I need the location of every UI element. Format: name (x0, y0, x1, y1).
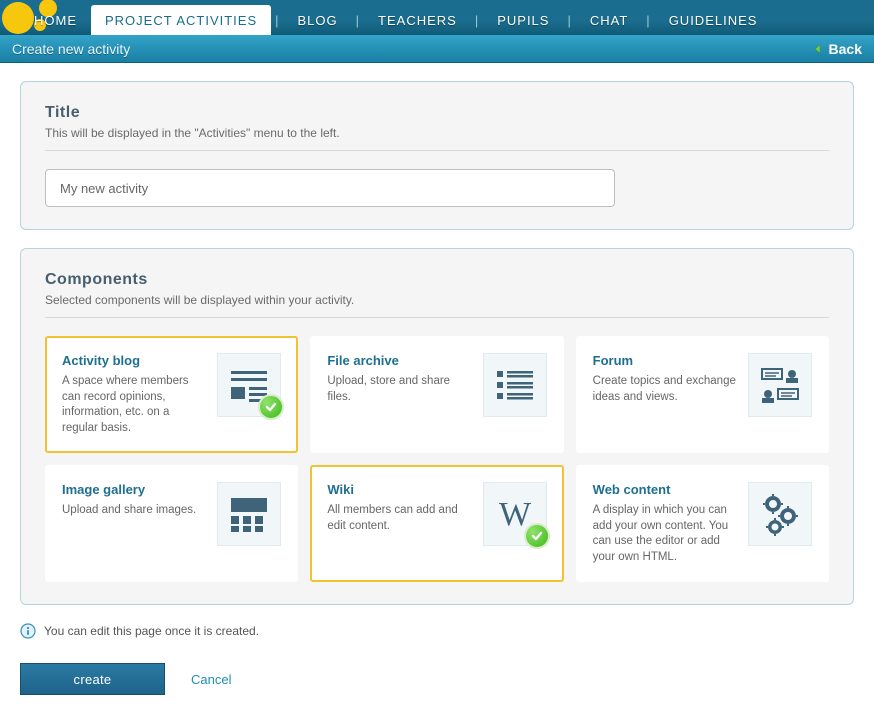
nav-tab[interactable]: TEACHERS (364, 5, 471, 35)
gallery-icon (217, 482, 281, 546)
nav-tab[interactable]: PUPILS (483, 5, 563, 35)
activity-title-input[interactable] (45, 169, 615, 207)
top-nav: HOMEPROJECT ACTIVITIES|BLOG|TEACHERS|PUP… (0, 0, 874, 35)
component-card[interactable]: Image gallery Upload and share images. (45, 465, 298, 582)
divider (45, 317, 829, 318)
nav-separator: | (471, 5, 483, 35)
component-card[interactable]: Forum Create topics and exchange ideas an… (576, 336, 829, 453)
webcontent-icon (748, 482, 812, 546)
button-row: create Cancel (20, 663, 854, 695)
nav-tab[interactable]: HOME (20, 5, 91, 35)
selected-check-icon (524, 523, 550, 549)
page-header: Create new activity Back (0, 35, 874, 63)
component-desc: Upload, store and share files. (327, 374, 472, 405)
component-title: Forum (593, 353, 738, 368)
component-card[interactable]: Web content A display in which you can ad… (576, 465, 829, 582)
component-desc: A display in which you can add your own … (593, 503, 738, 565)
component-title: File archive (327, 353, 472, 368)
title-heading: Title (45, 104, 829, 122)
nav-tab[interactable]: BLOG (284, 5, 352, 35)
component-desc: All members can add and edit content. (327, 503, 472, 534)
component-desc: A space where members can record opinion… (62, 374, 207, 436)
component-desc: Create topics and exchange ideas and vie… (593, 374, 738, 405)
back-button[interactable]: Back (813, 41, 862, 57)
component-card[interactable]: Wiki All members can add and edit content… (310, 465, 563, 582)
selected-check-icon (258, 394, 284, 420)
component-title: Activity blog (62, 353, 207, 368)
component-desc: Upload and share images. (62, 503, 207, 519)
divider (45, 150, 829, 151)
components-grid: Activity blog A space where members can r… (45, 336, 829, 582)
nav-separator: | (271, 5, 283, 35)
component-card[interactable]: File archive Upload, store and share file… (310, 336, 563, 453)
cancel-link[interactable]: Cancel (191, 672, 231, 687)
title-sub: This will be displayed in the "Activitie… (45, 126, 829, 140)
info-icon (20, 623, 36, 639)
info-text: You can edit this page once it is create… (44, 624, 259, 638)
title-panel: Title This will be displayed in the "Act… (20, 81, 854, 230)
nav-separator: | (563, 5, 575, 35)
wiki-icon: W (483, 482, 547, 546)
component-card[interactable]: Activity blog A space where members can r… (45, 336, 298, 453)
forum-icon (748, 353, 812, 417)
nav-separator: | (642, 5, 654, 35)
create-button[interactable]: create (20, 663, 165, 695)
components-sub: Selected components will be displayed wi… (45, 293, 829, 307)
nav-tab[interactable]: PROJECT ACTIVITIES (91, 5, 271, 35)
nav-tab[interactable]: GUIDELINES (655, 5, 772, 35)
component-title: Web content (593, 482, 738, 497)
back-arrow-icon (813, 43, 825, 55)
components-heading: Components (45, 271, 829, 289)
components-panel: Components Selected components will be d… (20, 248, 854, 605)
nav-tab[interactable]: CHAT (576, 5, 642, 35)
nav-separator: | (352, 5, 364, 35)
info-row: You can edit this page once it is create… (20, 623, 854, 639)
page-title: Create new activity (12, 41, 130, 57)
back-label: Back (829, 41, 862, 57)
content: Title This will be displayed in the "Act… (0, 81, 874, 715)
blog-icon (217, 353, 281, 417)
archive-icon (483, 353, 547, 417)
component-title: Image gallery (62, 482, 207, 497)
component-title: Wiki (327, 482, 472, 497)
